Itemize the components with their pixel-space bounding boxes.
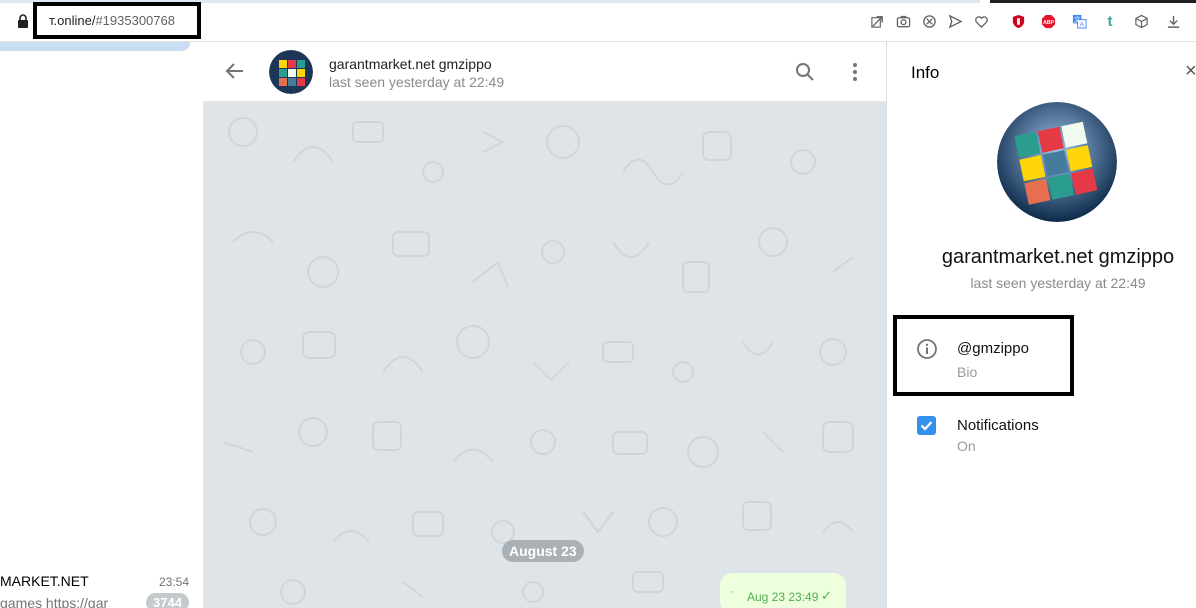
chat-header: garantmarket.net gmzippo last seen yeste…: [203, 42, 886, 102]
tumblr-icon[interactable]: t: [1101, 12, 1119, 30]
read-check-icon: ✓: [821, 588, 832, 603]
block-icon[interactable]: [920, 12, 938, 30]
avatar[interactable]: [269, 50, 313, 94]
message-time: Aug 23 23:49: [747, 590, 819, 604]
translate-icon[interactable]: 文A: [1070, 12, 1088, 30]
back-arrow-icon[interactable]: [223, 59, 247, 83]
chat-item-name[interactable]: MARKET.NET: [0, 573, 89, 589]
notifications-checkbox[interactable]: [917, 416, 936, 435]
outgoing-message[interactable]: · Aug 23 23:49 ✓: [720, 573, 846, 608]
svg-text:A: A: [1079, 21, 1084, 28]
username-caption: Bio: [957, 364, 978, 380]
url-hash: #1935300768: [95, 13, 175, 28]
profile-info-panel: Info × garantmarket.net gmzippo last see…: [886, 42, 1196, 608]
more-options-icon[interactable]: [843, 60, 867, 84]
username-value[interactable]: @gmzippo: [957, 340, 1029, 357]
unread-badge: 3744: [146, 593, 189, 608]
notifications-label[interactable]: Notifications: [957, 417, 1039, 434]
adblock-plus-icon[interactable]: ABP: [1039, 12, 1057, 30]
send-icon[interactable]: [946, 12, 964, 30]
chat-wallpaper-pattern: [222, 117, 854, 605]
cube-icon[interactable]: [1132, 12, 1150, 30]
address-bar[interactable]: т.online/#1935300768: [33, 2, 201, 39]
message-text: ·: [730, 586, 734, 598]
heart-icon[interactable]: [972, 12, 990, 30]
chat-item-time: 23:54: [159, 575, 190, 589]
tab-strip-edge-dark: [990, 0, 1196, 3]
checkmark-icon: [920, 421, 933, 431]
info-icon: [917, 339, 937, 359]
date-separator: August 23: [502, 540, 584, 562]
panel-title: Info: [911, 63, 940, 82]
chat-title[interactable]: garantmarket.net gmzippo: [329, 56, 492, 72]
profile-avatar[interactable]: [997, 102, 1117, 222]
svg-text:ABP: ABP: [1043, 19, 1054, 25]
camera-icon[interactable]: [894, 12, 912, 30]
lock-icon[interactable]: [18, 14, 28, 28]
profile-name: garantmarket.net gmzippo: [941, 246, 1175, 268]
chat-item-preview[interactable]: games https://gar: [0, 595, 125, 608]
notifications-state: On: [957, 438, 976, 454]
close-icon[interactable]: ×: [1185, 61, 1196, 81]
download-icon[interactable]: [1164, 12, 1182, 30]
ublock-icon[interactable]: [1009, 12, 1027, 30]
chat-list: MARKET.NET 23:54 games https://gar 3744: [0, 42, 203, 608]
profile-status: last seen yesterday at 22:49: [970, 275, 1146, 291]
chat-messages-area[interactable]: August 23 · Aug 23 23:49 ✓: [203, 102, 886, 608]
url-host: т.online/: [49, 13, 96, 28]
search-icon[interactable]: [793, 60, 817, 84]
selected-chat-highlight[interactable]: [0, 42, 190, 51]
share-icon[interactable]: [868, 12, 886, 30]
browser-toolbar: т.online/#1935300768 ABP 文A t: [0, 0, 1196, 42]
chat-status: last seen yesterday at 22:49: [329, 74, 505, 90]
